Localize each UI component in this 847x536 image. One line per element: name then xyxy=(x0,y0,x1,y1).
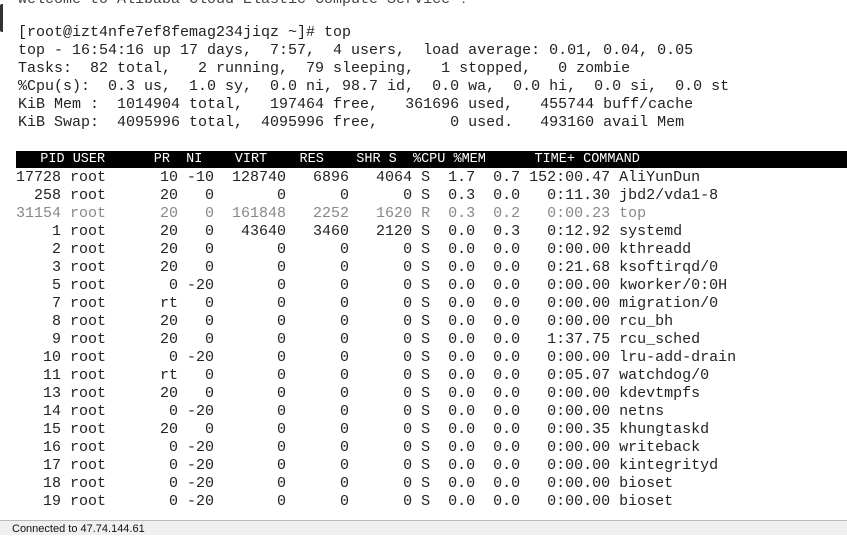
summary-swap: KiB Swap: 4095996 total, 4095996 free, 0… xyxy=(18,114,685,131)
process-row: 10 root 0 -20 0 0 0 S 0.0 0.0 0:00.00 lr… xyxy=(16,349,737,366)
process-row: 7 root rt 0 0 0 0 S 0.0 0.0 0:00.00 migr… xyxy=(16,295,719,312)
process-row: 8 root 20 0 0 0 0 S 0.0 0.0 0:00.00 rcu_… xyxy=(16,313,674,330)
terminal-window[interactable]: Welcome to Alibaba Cloud Elastic Compute… xyxy=(0,0,847,520)
process-row: 19 root 0 -20 0 0 0 S 0.0 0.0 0:00.00 bi… xyxy=(16,493,674,510)
welcome-line: Welcome to Alibaba Cloud Elastic Compute… xyxy=(18,0,468,9)
process-row: 2 root 20 0 0 0 0 S 0.0 0.0 0:00.00 kthr… xyxy=(16,241,692,258)
process-row: 5 root 0 -20 0 0 0 S 0.0 0.0 0:00.00 kwo… xyxy=(16,277,728,294)
process-row: 18 root 0 -20 0 0 0 S 0.0 0.0 0:00.00 bi… xyxy=(16,475,674,492)
process-row: 17728 root 10 -10 128740 6896 4064 S 1.7… xyxy=(16,169,701,186)
summary-tasks: Tasks: 82 total, 2 running, 79 sleeping,… xyxy=(18,60,631,77)
summary-cpu: %Cpu(s): 0.3 us, 1.0 sy, 0.0 ni, 98.7 id… xyxy=(18,78,730,95)
status-bar: Connected to 47.74.144.61 xyxy=(0,520,847,535)
left-edge-mark xyxy=(0,4,9,32)
process-row: 1 root 20 0 43640 3460 2120 S 0.0 0.3 0:… xyxy=(16,223,683,240)
process-row: 15 root 20 0 0 0 0 S 0.0 0.0 0:00.35 khu… xyxy=(16,421,710,438)
prompt-line: [root@izt4nfe7ef8femag234jiqz ~]# top xyxy=(18,24,352,41)
summary-uptime: top - 16:54:16 up 17 days, 7:57, 4 users… xyxy=(18,42,694,59)
process-row: 17 root 0 -20 0 0 0 S 0.0 0.0 0:00.00 ki… xyxy=(16,457,719,474)
process-row: 13 root 20 0 0 0 0 S 0.0 0.0 0:00.00 kde… xyxy=(16,385,701,402)
process-row: 31154 root 20 0 161848 2252 1620 R 0.3 0… xyxy=(16,205,647,222)
process-row: 11 root rt 0 0 0 0 S 0.0 0.0 0:05.07 wat… xyxy=(16,367,710,384)
process-row: 14 root 0 -20 0 0 0 S 0.0 0.0 0:00.00 ne… xyxy=(16,403,665,420)
process-row: 9 root 20 0 0 0 0 S 0.0 0.0 1:37.75 rcu_… xyxy=(16,331,701,348)
process-row: 3 root 20 0 0 0 0 S 0.0 0.0 0:21.68 ksof… xyxy=(16,259,719,276)
process-table-header: PID USER PR NI VIRT RES SHR S %CPU %MEM … xyxy=(16,151,847,168)
process-row: 258 root 20 0 0 0 0 S 0.3 0.0 0:11.30 jb… xyxy=(16,187,719,204)
summary-mem: KiB Mem : 1014904 total, 197464 free, 36… xyxy=(18,96,694,113)
process-row: 16 root 0 -20 0 0 0 S 0.0 0.0 0:00.00 wr… xyxy=(16,439,701,456)
